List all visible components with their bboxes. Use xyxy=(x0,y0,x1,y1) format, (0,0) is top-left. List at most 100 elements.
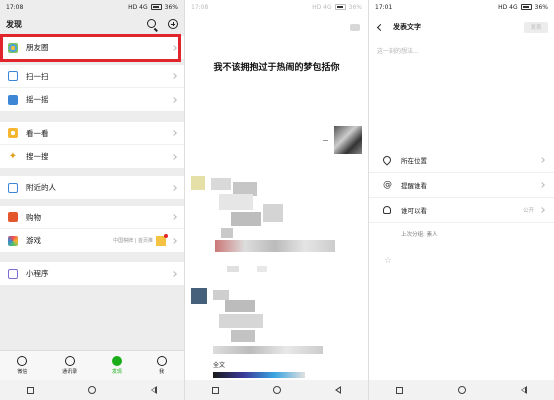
battery-icon xyxy=(150,4,162,10)
screenshot-collage: 17:08 HD 4G 36% 发现 朋友圈 扫一扫 摇一摇 看一看 ✦ 搜一搜… xyxy=(0,0,554,400)
page-title: 发表文字 xyxy=(393,23,421,31)
camera-icon[interactable] xyxy=(350,24,360,31)
scan-icon xyxy=(8,71,18,81)
miniprogram-icon xyxy=(8,268,18,279)
android-nav-bar xyxy=(0,380,184,400)
chevron-right-icon xyxy=(171,270,177,277)
chevron-right-icon xyxy=(171,214,177,220)
expand-full-text-link[interactable]: 全文 xyxy=(213,360,225,369)
star-icon[interactable]: ☆ xyxy=(384,256,392,266)
last-group-hint[interactable]: 上次分组: 素人 xyxy=(401,230,438,238)
recents-icon[interactable] xyxy=(212,386,219,394)
status-bar: 17:08 HD 4G 36% xyxy=(0,0,184,14)
network-indicator: HD 4G xyxy=(498,3,518,11)
menu-item-shopping[interactable]: 购物 xyxy=(0,206,184,229)
menu-group-look: 看一看 ✦ 搜一搜 xyxy=(0,122,184,168)
menu-item-label: 附近的人 xyxy=(26,183,56,192)
home-icon[interactable] xyxy=(273,386,281,394)
status-bar: 17:08 HD 4G 36% xyxy=(185,0,368,14)
add-icon[interactable] xyxy=(168,19,178,29)
menu-item-label: 购物 xyxy=(26,212,41,222)
menu-group-mini: 小程序 xyxy=(0,262,184,285)
menu-item-scan[interactable]: 扫一扫 xyxy=(0,65,184,88)
search-icon[interactable] xyxy=(147,19,156,28)
menu-item-nearby[interactable]: 附近的人 xyxy=(0,176,184,199)
divider xyxy=(323,140,328,141)
status-bar: 17:01 HD 4G 36% xyxy=(369,0,554,14)
android-nav-bar xyxy=(185,380,368,400)
home-icon[interactable] xyxy=(88,386,97,394)
option-location[interactable]: 所在位置 xyxy=(369,148,554,173)
shake-icon xyxy=(8,94,18,105)
compose-post-screen: 17:01 HD 4G 36% 发表文字 发表 这一刻的想法... 所在位置 @… xyxy=(368,0,554,400)
network-indicator: HD 4G xyxy=(128,3,148,11)
tab-label: 发现 xyxy=(111,369,122,375)
post-image-strip[interactable] xyxy=(213,372,305,378)
menu-item-label: 扫一扫 xyxy=(26,71,49,81)
at-icon: @ xyxy=(383,180,392,190)
menu-item-look[interactable]: 看一看 xyxy=(0,122,184,145)
status-time: 17:08 xyxy=(6,3,24,11)
back-icon[interactable] xyxy=(150,386,157,394)
avatar[interactable] xyxy=(334,126,362,154)
android-nav-bar xyxy=(369,380,554,400)
tab-discover[interactable]: 发现 xyxy=(111,356,122,375)
post-options-list: 所在位置 @ 提醒谁看 谁可以看 公开 xyxy=(369,148,554,223)
person-icon xyxy=(156,356,167,366)
menu-item-miniprogram[interactable]: 小程序 xyxy=(0,262,184,285)
publish-button[interactable]: 发表 xyxy=(524,21,548,33)
bottom-tab-bar: 微信 通讯录 发现 我 xyxy=(0,350,184,380)
shopping-bag-icon xyxy=(8,212,18,222)
option-label: 谁可以看 xyxy=(401,207,427,215)
chevron-right-icon xyxy=(171,184,177,191)
page-title: 发现 xyxy=(6,19,22,29)
chat-icon xyxy=(17,356,28,366)
chevron-right-icon xyxy=(539,182,545,188)
battery-icon xyxy=(520,4,532,10)
chevron-right-icon xyxy=(539,157,545,163)
star-search-icon: ✦ xyxy=(8,150,18,162)
menu-item-label: 游戏 xyxy=(26,236,41,245)
option-label: 提醒谁看 xyxy=(401,182,427,190)
chevron-right-icon xyxy=(171,96,177,103)
chevron-right-icon xyxy=(171,130,177,136)
location-pin-icon xyxy=(381,154,393,166)
back-arrow-icon[interactable] xyxy=(376,23,385,31)
chevron-right-icon xyxy=(171,153,177,160)
tab-me[interactable]: 我 xyxy=(156,356,167,375)
back-icon[interactable] xyxy=(335,386,341,394)
status-time: 17:08 xyxy=(191,3,209,11)
game-promo-text: 中国棋牌 | 首页推 xyxy=(113,238,153,244)
tab-chats[interactable]: 微信 xyxy=(17,356,27,375)
game-thumbnail xyxy=(156,233,168,246)
nearby-icon xyxy=(8,182,18,193)
menu-item-game[interactable]: 游戏 中国棋牌 | 首页推 xyxy=(0,229,184,252)
chevron-right-icon xyxy=(171,73,177,79)
recents-icon[interactable] xyxy=(396,386,404,394)
compose-header: 发表文字 发表 xyxy=(369,16,554,38)
compass-icon xyxy=(111,356,122,366)
recents-icon[interactable] xyxy=(27,386,35,394)
person-icon xyxy=(383,206,391,214)
tab-label: 我 xyxy=(159,369,165,375)
post-text-input[interactable]: 这一刻的想法... xyxy=(377,46,419,55)
menu-item-search[interactable]: ✦ 搜一搜 xyxy=(0,145,184,168)
game-icon xyxy=(8,235,18,246)
menu-group-shop: 购物 游戏 中国棋牌 | 首页推 xyxy=(0,206,184,252)
moments-screen: 17:08 HD 4G 36% 我不该拥抱过于热闹的梦包括你 全文 xyxy=(184,0,368,400)
home-icon[interactable] xyxy=(457,386,466,394)
chevron-right-icon xyxy=(171,237,177,244)
tab-label: 微信 xyxy=(17,369,28,375)
option-visibility[interactable]: 谁可以看 公开 xyxy=(369,198,554,223)
menu-item-label: 看一看 xyxy=(26,128,49,138)
blurred-post xyxy=(191,176,351,276)
option-label: 所在位置 xyxy=(401,157,427,165)
back-icon[interactable] xyxy=(520,386,527,394)
tab-contacts[interactable]: 通讯录 xyxy=(62,356,77,375)
look-icon xyxy=(8,128,18,138)
contacts-icon xyxy=(64,356,75,366)
option-mention[interactable]: @ 提醒谁看 xyxy=(369,173,554,198)
menu-item-label: 小程序 xyxy=(26,269,49,278)
menu-item-shake[interactable]: 摇一摇 xyxy=(0,88,184,111)
option-value: 公开 xyxy=(522,208,534,214)
